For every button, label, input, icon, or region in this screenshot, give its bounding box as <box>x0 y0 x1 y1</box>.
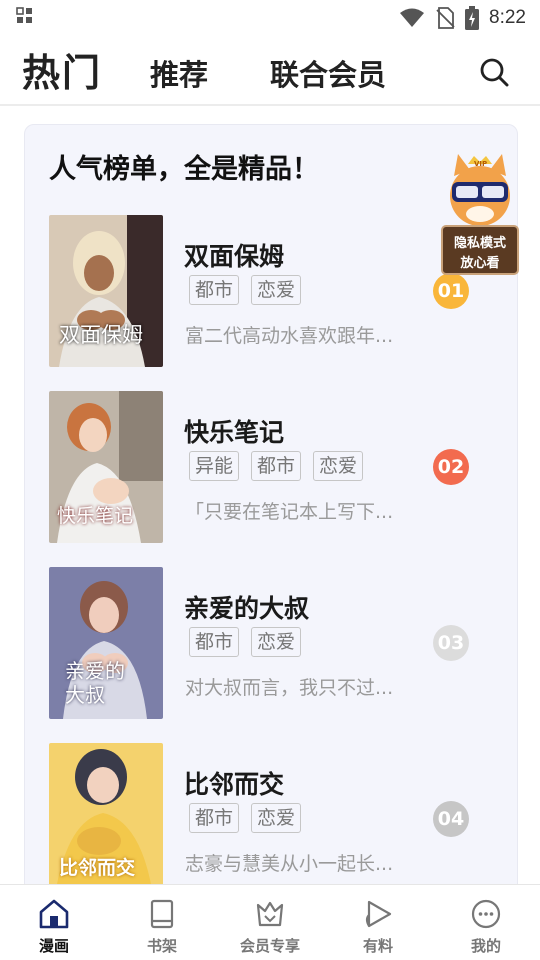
rank-badge: 01 <box>433 273 469 309</box>
cover-peek <box>517 391 518 543</box>
cover-peek <box>517 567 518 719</box>
tag[interactable]: 都市 <box>189 275 240 305</box>
status-left <box>16 7 399 29</box>
nav-profile[interactable]: 我的 <box>432 885 540 960</box>
search-icon[interactable] <box>478 56 510 88</box>
tag[interactable]: 都市 <box>251 451 302 481</box>
rank-badge: 02 <box>433 449 469 485</box>
tag[interactable]: 恋爱 <box>313 451 364 481</box>
privacy-label-line1: 隐私模式 <box>453 236 506 251</box>
profile-icon <box>471 899 501 929</box>
nav-label: 漫画 <box>38 937 69 955</box>
tag-list: 都市 恋爱 <box>189 275 302 305</box>
tag-list: 都市 恋爱 <box>189 803 302 833</box>
privacy-label-line2: 放心看 <box>460 256 500 271</box>
ranking-item[interactable]: 快乐笔记 快乐笔记 异能 都市 恋爱 「只要在笔记本上写下... 02 <box>49 391 518 543</box>
bottom-nav: 漫画 书架 会员专享 有料 我的 <box>0 884 540 960</box>
tag-list: 异能 都市 恋爱 <box>189 451 364 481</box>
ranking-item[interactable]: 亲爱的大叔 亲爱的大叔 都市 恋爱 对大叔而言，我只不过... 03 <box>49 567 518 719</box>
comic-description: 富二代高动水喜欢跟年... <box>185 325 394 347</box>
comic-title: 亲爱的大叔 <box>184 594 310 623</box>
rank-badge: 04 <box>433 801 469 837</box>
ranking-title: 人气榜单，全是精品！ <box>49 154 319 185</box>
comic-description: 志豪与慧美从小一起长... <box>185 853 394 875</box>
nav-comics[interactable]: 漫画 <box>0 885 108 960</box>
nav-vip[interactable]: 会员专享 <box>216 885 324 960</box>
top-nav-divider <box>0 104 540 106</box>
tag[interactable]: 都市 <box>189 803 240 833</box>
comic-cover[interactable]: 快乐笔记 <box>49 391 163 543</box>
tag[interactable]: 都市 <box>189 627 240 657</box>
nav-feed[interactable]: 有料 <box>324 885 432 960</box>
tab-recommend[interactable]: 推荐 <box>150 52 208 94</box>
comic-cover[interactable]: 亲爱的大叔 <box>49 567 163 719</box>
nav-bookshelf[interactable]: 书架 <box>108 885 216 960</box>
cover-title: 比邻而交 <box>59 857 136 879</box>
cover-title: 亲爱的大叔 <box>65 659 125 707</box>
wifi-icon <box>400 8 425 27</box>
status-right: 8:22 <box>399 6 526 30</box>
play-icon <box>365 900 392 928</box>
vip-icon <box>256 901 284 927</box>
comic-title: 快乐笔记 <box>184 418 285 447</box>
privacy-mode-badge[interactable]: VIP 隐私模式 放心看 <box>432 148 528 276</box>
comic-cover[interactable]: 双面保姆 <box>49 215 163 367</box>
cover-title: 快乐笔记 <box>57 505 134 527</box>
notification-grid-icon <box>16 7 32 23</box>
battery-charging-icon <box>465 6 480 30</box>
clock: 8:22 <box>489 7 526 28</box>
tag[interactable]: 恋爱 <box>251 275 302 305</box>
cover-title: 双面保姆 <box>59 323 143 347</box>
ranking-item[interactable]: 比邻而交 比邻而交 都市 恋爱 志豪与慧美从小一起长... 04 <box>49 743 518 895</box>
rank-badge: 03 <box>433 625 469 661</box>
cover-peek <box>517 743 518 895</box>
tag-list: 都市 恋爱 <box>189 627 302 657</box>
tag[interactable]: 异能 <box>189 451 240 481</box>
nav-label: 会员专享 <box>239 937 300 955</box>
tag[interactable]: 恋爱 <box>251 627 302 657</box>
home-icon <box>39 899 69 929</box>
nav-label: 有料 <box>362 937 393 955</box>
nav-label: 我的 <box>470 937 501 955</box>
tab-joint-membership[interactable]: 联合会员 <box>270 52 386 94</box>
no-sim-icon <box>436 7 455 29</box>
nav-label: 书架 <box>146 937 177 955</box>
comic-description: 「只要在笔记本上写下... <box>185 501 394 523</box>
comic-title: 双面保姆 <box>184 242 285 271</box>
comic-title: 比邻而交 <box>184 770 285 799</box>
badge-vip-label: VIP <box>474 160 487 168</box>
status-bar: 8:22 <box>0 0 540 36</box>
tab-hot[interactable]: 热门 <box>22 42 102 97</box>
comic-cover[interactable]: 比邻而交 <box>49 743 163 895</box>
tag[interactable]: 恋爱 <box>251 803 302 833</box>
bookshelf-icon <box>150 899 174 929</box>
comic-description: 对大叔而言，我只不过... <box>185 677 394 699</box>
top-nav: 热门 推荐 联合会员 <box>0 36 540 104</box>
